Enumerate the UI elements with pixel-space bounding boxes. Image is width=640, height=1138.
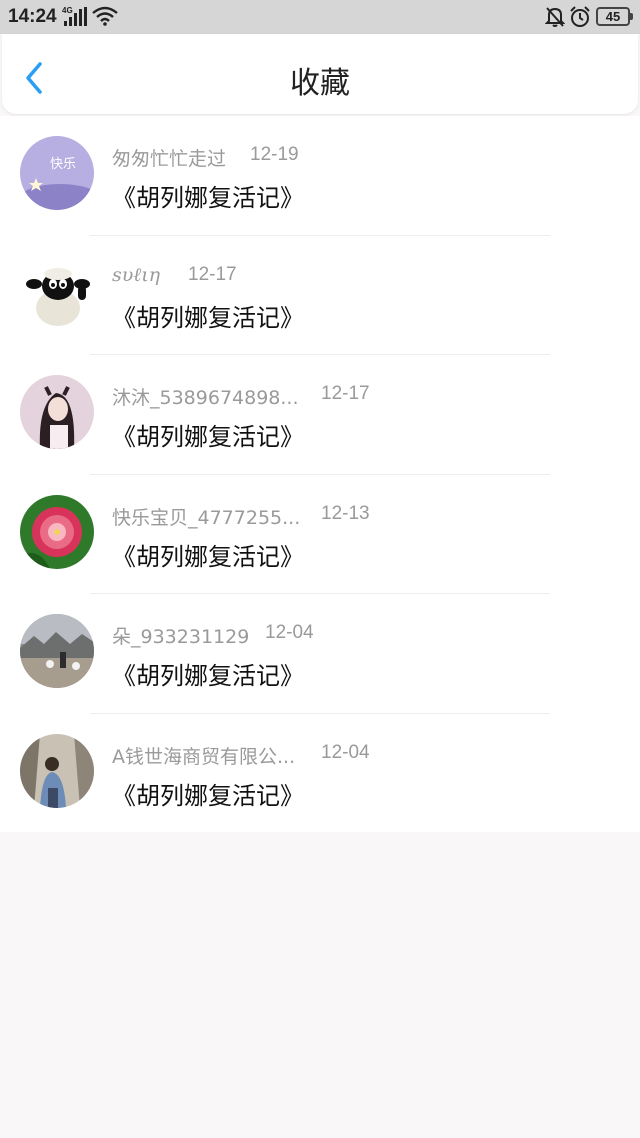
avatar[interactable]: 快乐 [20, 136, 94, 210]
date: 12-04 [265, 622, 314, 643]
wifi-icon [92, 6, 118, 26]
book-title[interactable]: 《胡列娜复活记》 [112, 656, 304, 691]
date: 12-04 [321, 741, 370, 763]
avatar[interactable] [20, 733, 94, 808]
book-title[interactable]: 《胡列娜复活记》 [112, 776, 304, 811]
username[interactable]: 匆匆忙忙走过 [112, 144, 226, 171]
avatar[interactable] [20, 255, 94, 330]
nav-header: 收藏 [2, 34, 638, 114]
username[interactable]: A钱世海商贸有限公... [112, 742, 295, 769]
page-title: 收藏 [290, 66, 350, 101]
book-title[interactable]: 《胡列娜复活记》 [112, 537, 304, 572]
list-item[interactable]: 快乐宝贝_4777255... 12-13 《胡列娜复活记》 [0, 475, 640, 594]
username[interactable]: ѕυℓιη [112, 264, 160, 287]
list-item[interactable]: 朵_933231129 12-04 《胡列娜复活记》 [0, 594, 640, 714]
favorite-meta: A钱世海商贸有限公... 12-04 [112, 742, 370, 769]
status-time: 14:24 [8, 6, 57, 27]
book-title[interactable]: 《胡列娜复活记》 [112, 417, 304, 452]
date: 12-17 [188, 263, 237, 285]
favorite-meta: 沐沐_5389674898... 12-17 [112, 383, 370, 410]
favorite-meta: 匆匆忙忙走过 12-19 [112, 144, 299, 171]
date: 12-19 [250, 144, 299, 165]
date: 12-17 [321, 383, 370, 404]
alarm-icon [570, 6, 590, 27]
svg-text:快乐: 快乐 [50, 157, 76, 172]
book-title[interactable]: 《胡列娜复活记》 [112, 298, 304, 333]
signal-icon: 4G [62, 6, 87, 26]
book-title[interactable]: 《胡列娜复活记》 [112, 178, 304, 213]
favorite-meta: 朵_933231129 12-04 [112, 622, 314, 649]
list-item[interactable]: 快乐 匆匆忙忙走过 12-19 《胡列娜复活记》 [0, 116, 640, 236]
username[interactable]: 快乐宝贝_4777255... [112, 503, 300, 530]
list-item[interactable]: 沐沐_5389674898... 12-17 《胡列娜复活记》 [0, 355, 640, 475]
list-item[interactable]: A钱世海商贸有限公... 12-04 《胡列娜复活记》 [0, 714, 640, 834]
avatar[interactable] [20, 375, 94, 449]
network-label: 4G [62, 6, 73, 15]
muted-bell-icon [545, 7, 565, 27]
battery-indicator: 45 [596, 7, 633, 26]
favorite-meta: ѕυℓιη 12-17 [112, 264, 237, 287]
list-item[interactable]: ѕυℓιη 12-17 《胡列娜复活记》 [0, 236, 640, 355]
username[interactable]: 朵_933231129 [112, 622, 249, 649]
avatar[interactable] [20, 614, 94, 688]
avatar[interactable] [20, 494, 94, 569]
favorite-meta: 快乐宝贝_4777255... 12-13 [112, 503, 370, 530]
status-bar: 14:24 4G 45 [0, 0, 640, 34]
favorites-list: 快乐 匆匆忙忙走过 12-19 《胡列娜复活记》 ѕυℓιη 12-17 《胡列… [0, 116, 640, 832]
date: 12-13 [321, 502, 370, 524]
username[interactable]: 沐沐_5389674898... [112, 383, 299, 410]
